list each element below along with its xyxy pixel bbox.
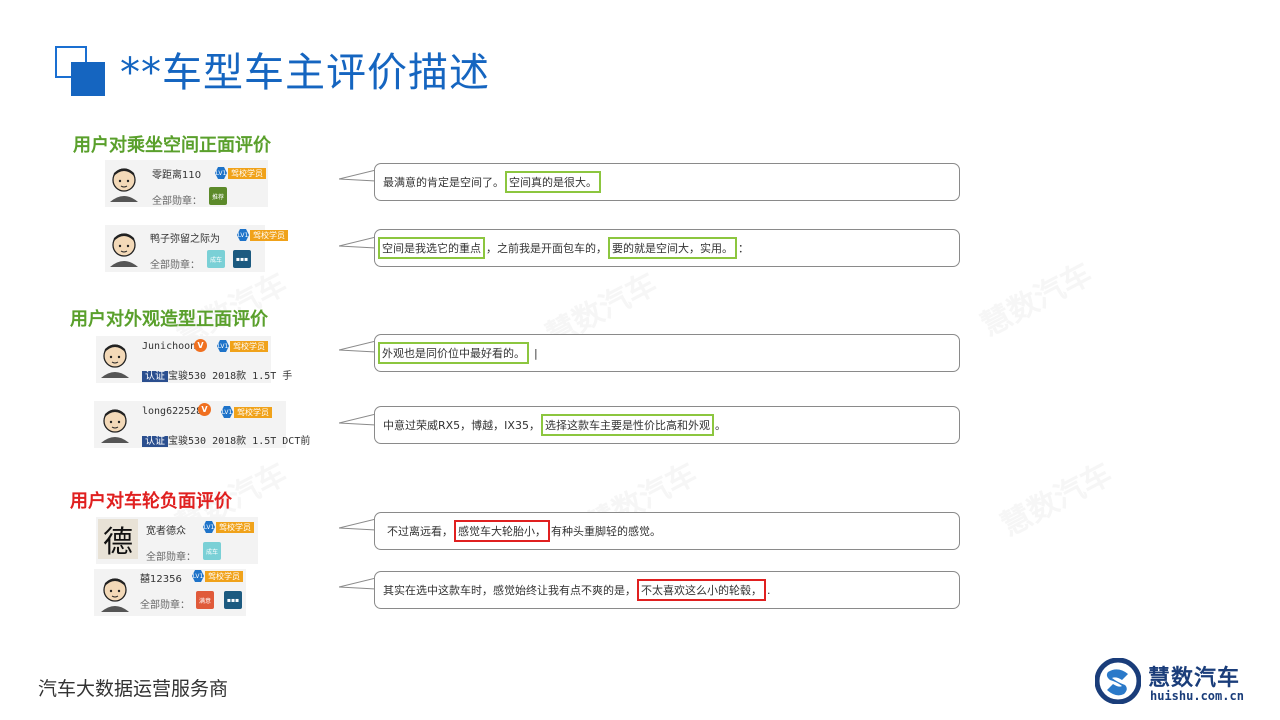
bubble-tail	[339, 169, 376, 182]
highlight-positive: 外观也是同价位中最好看的。	[378, 342, 529, 364]
section-title-exterior: 用户对外观造型正面评价	[70, 309, 268, 330]
avatar-icon	[110, 168, 138, 202]
lv-icon: LV1	[221, 406, 233, 418]
level-badge: LV1 驾校学员	[221, 406, 272, 418]
level-badge: LV1 驾校学员	[192, 570, 243, 582]
comment-text: 其实在选中这款车时，感觉始终让我有点不爽的是， 不太喜欢这么小的轮毂，.	[383, 572, 771, 608]
lv-icon: LV1	[217, 340, 229, 352]
avatar-icon	[101, 578, 129, 612]
user-name[interactable]: long622528	[142, 406, 202, 417]
medal-label: 全部勋章：	[140, 600, 190, 611]
section-title-wheels: 用户对车轮负面评价	[70, 491, 232, 512]
user-name[interactable]: 宽者德众	[146, 522, 186, 537]
comment-bubble: 外观也是同价位中最好看的。 |	[374, 334, 960, 372]
cert-tag: 认证	[142, 436, 168, 447]
comment-bubble: 中意过荣威RX5，博越，IX35， 选择这款车主要是性价比高和外观。	[374, 406, 960, 444]
v-badge-icon: V	[198, 403, 211, 416]
highlight-positive: 空间真的是很大。	[505, 171, 601, 193]
school-badge: 驾校学员	[230, 340, 268, 352]
highlight-negative: 感觉车大轮胎小，	[454, 520, 550, 542]
level-badge: LV1 驾校学员	[217, 340, 268, 352]
school-badge: 驾校学员	[205, 570, 243, 582]
highlight-positive: 空间是我选它的重点	[378, 237, 485, 259]
title-decoration-fill	[71, 62, 105, 96]
page-title: **车型车主评价描述	[120, 50, 490, 96]
comment-text: 中意过荣威RX5，博越，IX35， 选择这款车主要是性价比高和外观。	[383, 407, 726, 443]
avatar-icon	[110, 233, 138, 267]
avatar-icon	[101, 409, 129, 443]
certified-model: 认证 宝骏530 2018款 1.5T DCT前	[142, 432, 310, 447]
cert-model-text: 宝骏530 2018款 1.5T DCT前	[168, 436, 311, 447]
school-badge: 驾校学员	[250, 229, 288, 241]
medal-satisfied-icon[interactable]: 满意	[196, 591, 214, 609]
comment-text: 不过离远看， 感觉车大轮胎小， 有种头重脚轻的感觉。	[387, 513, 661, 549]
level-badge: LV1 驾校学员	[237, 229, 288, 241]
bubble-tail	[339, 518, 376, 531]
cert-tag: 认证	[142, 371, 168, 382]
medal-car-icon[interactable]: 成车	[207, 250, 225, 268]
comment-text: 外观也是同价位中最好看的。 |	[377, 335, 538, 371]
bubble-tail	[339, 340, 376, 353]
medal-label: 全部勋章：	[146, 552, 196, 563]
medal-recommend-icon[interactable]: 推荐	[209, 187, 227, 205]
highlight-negative: 不太喜欢这么小的轮毂，	[637, 579, 766, 601]
lv-icon: LV1	[215, 167, 227, 179]
lv-icon: LV1	[237, 229, 249, 241]
avatar: 德	[98, 519, 138, 559]
medal-car-icon[interactable]: 成车	[203, 542, 221, 560]
user-name[interactable]: 鸭子弥留之际为	[150, 230, 220, 245]
comment-bubble: 不过离远看， 感觉车大轮胎小， 有种头重脚轻的感觉。	[374, 512, 960, 550]
comment-text: 空间是我选它的重点 ，之前我是开面包车的， 要的就是空间大，实用。：	[377, 230, 749, 266]
watermark: 慧数汽车	[975, 256, 1098, 344]
school-badge: 驾校学员	[234, 406, 272, 418]
user-name[interactable]: 零距离110	[152, 166, 201, 181]
medal-label: 全部勋章：	[152, 196, 202, 207]
user-name[interactable]: Junichoon	[142, 341, 196, 352]
brand-name: 慧数汽车	[1148, 666, 1241, 691]
highlight-positive: 选择这款车主要是性价比高和外观	[540, 414, 714, 436]
v-badge-icon: V	[194, 339, 207, 352]
watermark: 慧数汽车	[995, 456, 1118, 544]
brand-url: huishu.com.cn	[1150, 689, 1244, 703]
medal-road-icon[interactable]: ▪▪▪	[233, 250, 251, 268]
avatar-icon	[101, 344, 129, 378]
brand-logo-icon	[1095, 658, 1141, 704]
lv-icon: LV1	[203, 521, 215, 533]
bubble-tail	[339, 413, 376, 426]
level-badge: LV1 驾校学员	[203, 521, 254, 533]
comment-bubble: 其实在选中这款车时，感觉始终让我有点不爽的是， 不太喜欢这么小的轮毂，.	[374, 571, 960, 609]
highlight-positive: 要的就是空间大，实用。	[608, 237, 737, 259]
lv-icon: LV1	[192, 570, 204, 582]
medal-label: 全部勋章：	[150, 260, 200, 271]
comment-text: 最满意的肯定是空间了。 空间真的是很大。	[383, 164, 602, 200]
certified-model: 认证 宝骏530 2018款 1.5T 手	[142, 367, 292, 382]
cert-model-text: 宝骏530 2018款 1.5T 手	[168, 371, 293, 382]
section-title-space: 用户对乘坐空间正面评价	[73, 135, 271, 156]
school-badge: 驾校学员	[216, 521, 254, 533]
bubble-tail	[339, 577, 376, 590]
level-badge: LV1 驾校学员	[215, 167, 266, 179]
school-badge: 驾校学员	[228, 167, 266, 179]
comment-bubble: 空间是我选它的重点 ，之前我是开面包车的， 要的就是空间大，实用。：	[374, 229, 960, 267]
comment-bubble: 最满意的肯定是空间了。 空间真的是很大。	[374, 163, 960, 201]
bubble-tail	[339, 236, 376, 249]
medal-road-icon[interactable]: ▪▪▪	[224, 591, 242, 609]
user-name[interactable]: 囍12356	[140, 570, 182, 585]
footer-tagline: 汽车大数据运营服务商	[38, 678, 229, 700]
